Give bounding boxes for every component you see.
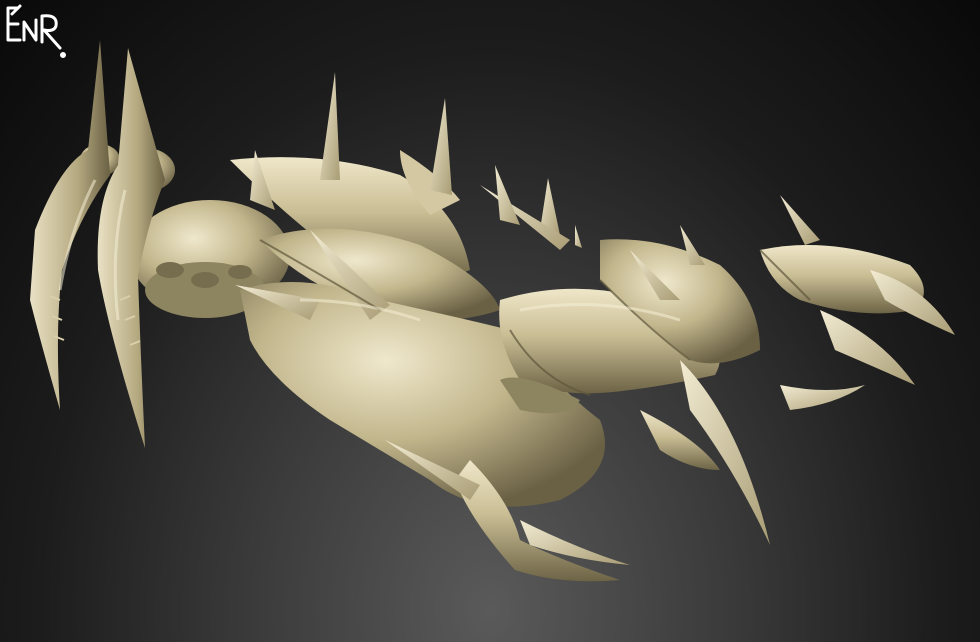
render-viewport bbox=[0, 0, 980, 642]
artist-signature-icon bbox=[6, 4, 66, 58]
creature-render bbox=[30, 40, 955, 582]
rear-legs bbox=[30, 40, 165, 448]
